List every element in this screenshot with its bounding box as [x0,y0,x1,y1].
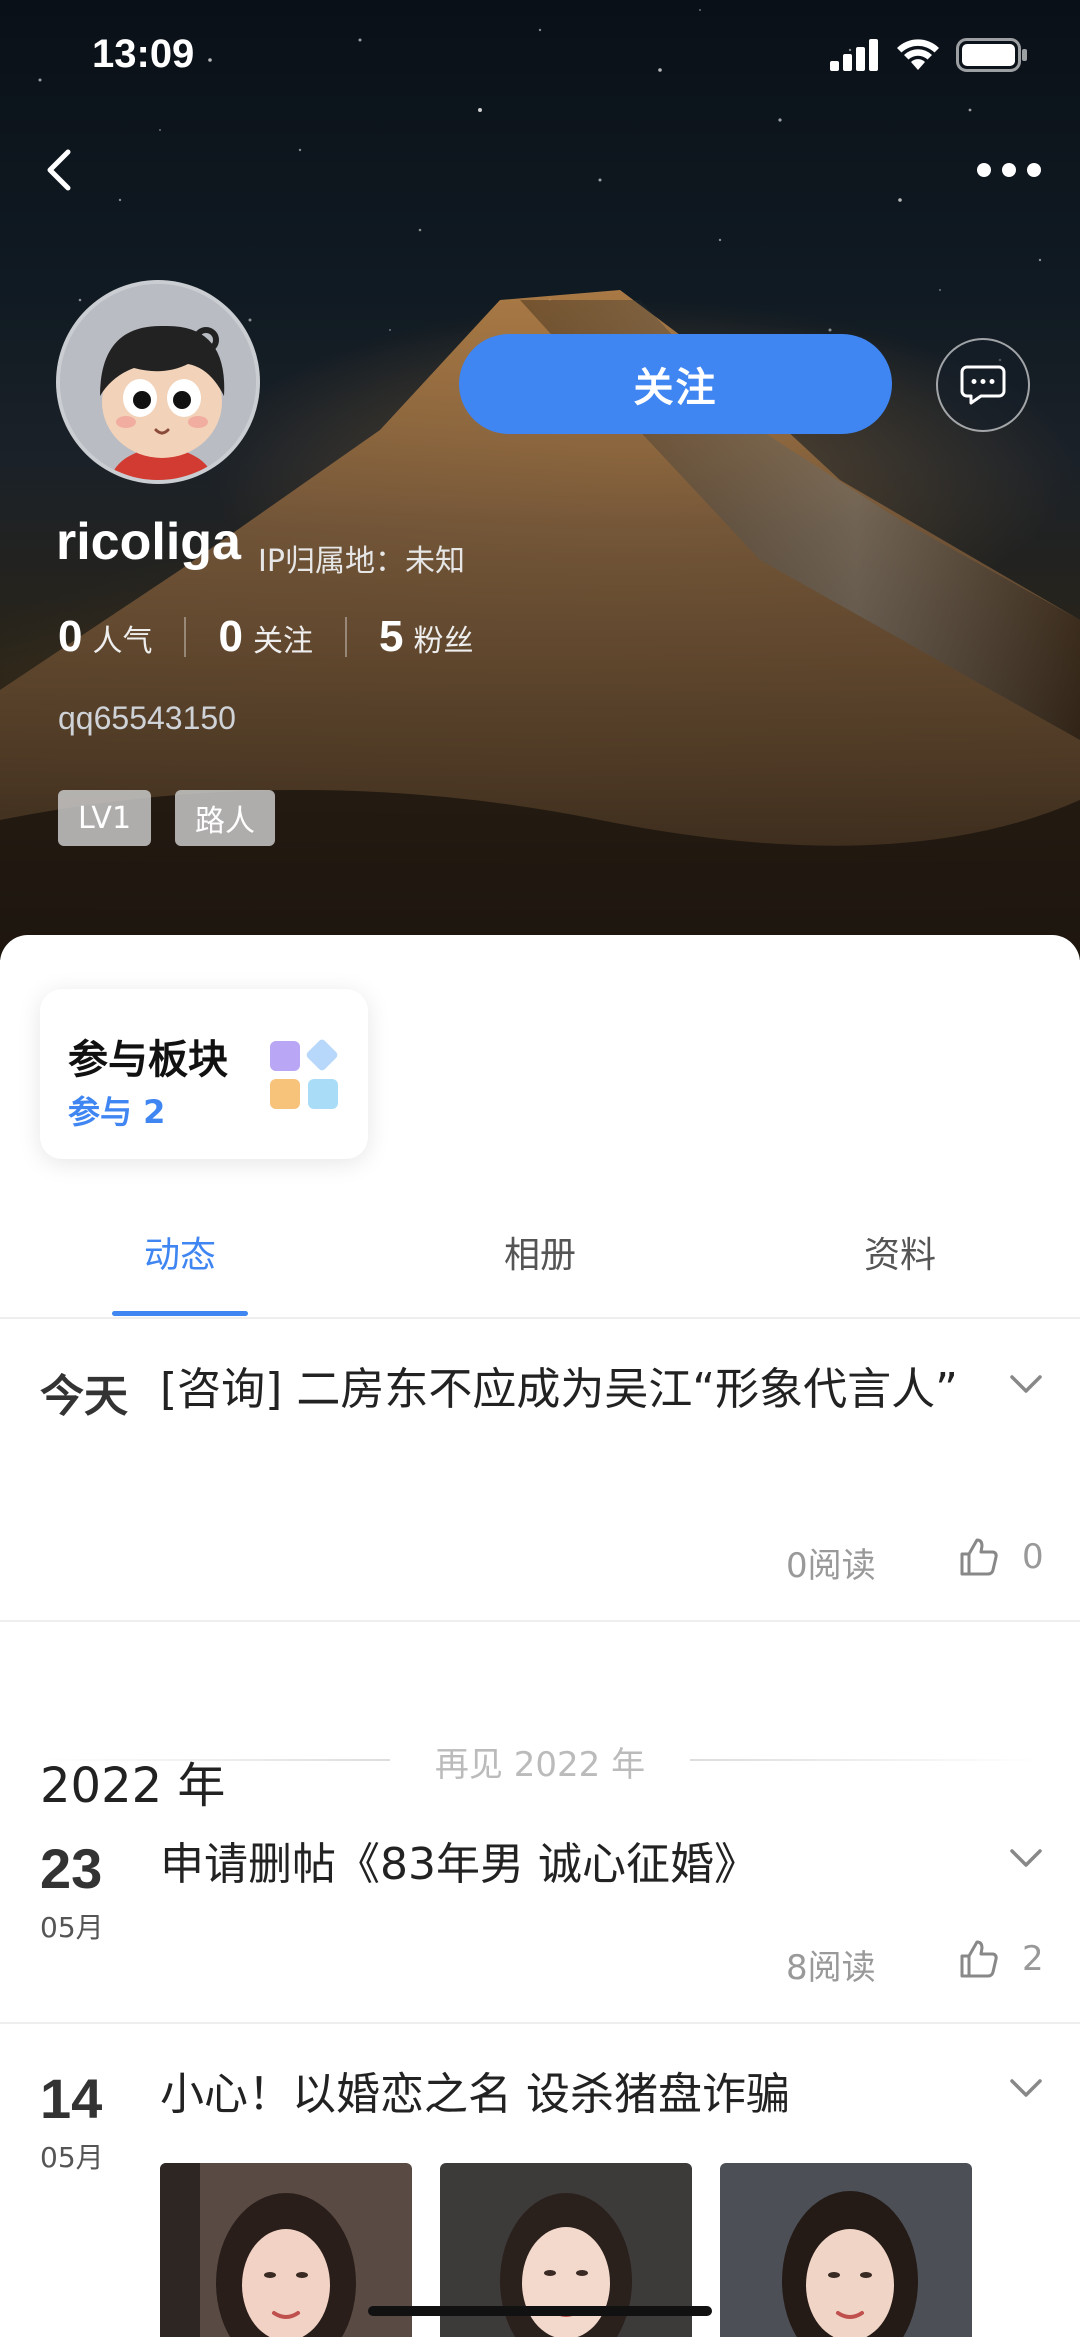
grid-blocks-icon [270,1039,338,1109]
post-month: 05月 [40,2141,104,2174]
wifi-icon [897,39,939,70]
post-like-count: 2 [1022,1939,1044,1979]
post-title[interactable]: [咨询] 二房东不应成为吴江“形象代言人” [160,1355,960,1425]
stat-label: 关注 [252,624,313,659]
stat-popularity[interactable]: 0 人气 [58,612,152,662]
post-title[interactable]: 申请删帖《83年男 诚心征婚》 [160,1830,960,1900]
status-bar-icons [830,38,1028,72]
tab-profile-info[interactable]: 资料 [800,1185,1000,1319]
thumbs-up-icon [960,1538,998,1576]
stat-following[interactable]: 0 关注 [218,612,312,662]
stat-followers[interactable]: 5 粉丝 [379,612,473,662]
follow-button[interactable]: 关注 [459,334,892,434]
post-month: 05月 [40,1911,104,1944]
post-like-button[interactable]: 0 [958,1536,1044,1578]
portrait-photo-image [720,2163,972,2337]
tab-album[interactable]: 相册 [440,1185,640,1319]
user-id: qq65543150 [58,700,236,736]
active-tab-indicator [112,1311,248,1316]
avatar-cartoon-image [60,284,256,480]
level-badge: LV1 [58,790,152,846]
chat-bubble-icon [960,365,1006,405]
thumbs-up-icon [960,1940,998,1978]
separator-line-right [690,1759,1040,1761]
post-day: 14 [40,2067,103,2130]
message-button[interactable] [936,338,1030,432]
post-read-count: 8阅读 [786,1948,876,1988]
profile-stats: 0 人气 0 关注 5 粉丝 [58,612,473,662]
ip-location: IP归属地：未知 [258,544,465,579]
avatar[interactable] [56,280,260,484]
ellipsis-icon [977,163,1041,177]
home-indicator[interactable] [368,2306,712,2316]
battery-icon [956,38,1027,72]
back-button[interactable] [30,140,90,200]
stat-value: 0 [58,612,83,661]
chevron-left-icon [47,149,71,191]
board-card-count: 参与 2 [68,1093,166,1131]
post-day: 23 [40,1837,103,1900]
chevron-down-icon[interactable] [1006,1364,1046,1404]
profile-tabs: 动态 相册 资料 [0,1185,1080,1319]
post-title[interactable]: 小心！以婚恋之名 设杀猪盘诈骗 [160,2060,960,2130]
chevron-down-icon[interactable] [1006,2068,1046,2108]
tab-activity[interactable]: 动态 [80,1185,280,1319]
post-divider [0,1620,1080,1622]
signal-icon [830,39,878,71]
board-card-title: 参与板块 [68,1037,228,1083]
post-like-count: 0 [1022,1537,1044,1577]
post-date: 今天 [40,1371,128,1422]
stat-label: 粉丝 [413,624,474,659]
stat-label: 人气 [92,624,153,659]
chevron-down-icon[interactable] [1006,1838,1046,1878]
more-options-button[interactable] [974,150,1044,190]
badge-list: LV1 路人 [58,790,276,846]
post-like-button[interactable]: 2 [958,1938,1044,1980]
stat-value: 0 [218,612,243,661]
year-heading: 2022 年 [40,1758,226,1814]
participated-boards-card[interactable]: 参与板块 参与 2 [40,989,368,1159]
status-bar-time: 13:09 [92,32,195,76]
rank-badge: 路人 [175,790,276,846]
username: ricoliga [56,513,241,571]
post-divider [0,2022,1080,2024]
post-photo[interactable] [720,2163,972,2337]
post-read-count: 0阅读 [786,1546,876,1586]
stat-divider [344,617,347,657]
profile-header-background: 13:09 关注 ricoliga IP归属地：未知 0 人气 0 关注 5 粉… [0,0,1080,960]
stat-divider [184,617,187,657]
stat-value: 5 [378,612,404,661]
